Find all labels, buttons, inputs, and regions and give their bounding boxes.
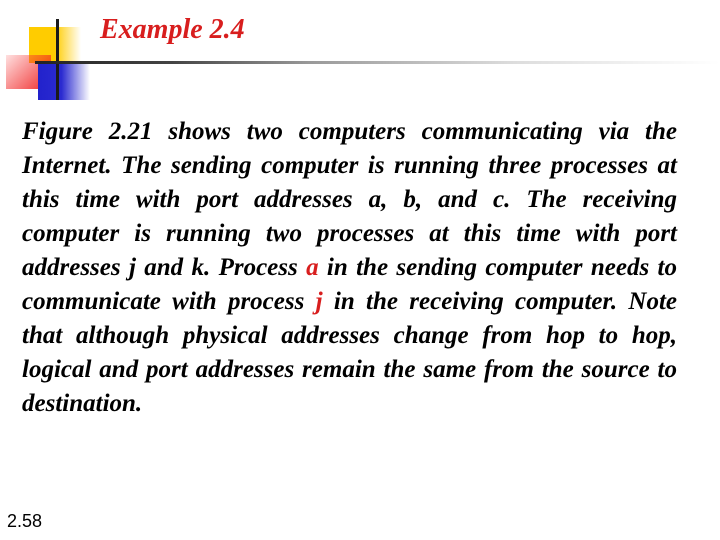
title-underline-divider — [35, 61, 720, 64]
vertical-line-decoration — [56, 19, 59, 100]
slide-logo-decoration — [0, 0, 100, 100]
highlight-process-a: a — [306, 254, 319, 281]
blue-square-decoration — [38, 63, 90, 100]
slide-title: Example 2.4 — [100, 14, 245, 45]
highlight-process-j: j — [315, 288, 323, 315]
slide-body-text: Figure 2.21 shows two computers communic… — [22, 115, 677, 421]
slide-number: 2.58 — [7, 511, 43, 531]
